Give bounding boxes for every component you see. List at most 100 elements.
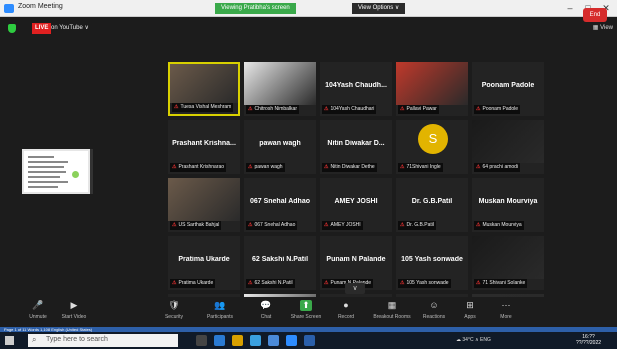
- gallery-page-down-button[interactable]: ∨: [345, 283, 365, 294]
- share-screen-label: Share Screen: [290, 314, 322, 320]
- muted-mic-icon: ⚠: [476, 222, 481, 228]
- start-video-button[interactable]: ▶ Start Video: [52, 300, 96, 326]
- participant-display-name: 104Yash Chaudh...: [325, 82, 387, 89]
- participant-tile[interactable]: Nitin Diwakar D... ⚠ Nitin Diwakar Dethe: [320, 120, 392, 174]
- zoom-taskbar-icon[interactable]: [286, 335, 297, 346]
- encryption-shield-icon[interactable]: [8, 24, 16, 33]
- unmute-icon: 🎤: [32, 300, 44, 310]
- participant-name-label: ⚠ pawan wagh: [246, 163, 285, 172]
- participant-tile[interactable]: Pratima Ukarde ⚠ Pratima Ukarde: [168, 236, 240, 290]
- participant-label-text: Tuesa Vishal Meshram: [180, 104, 232, 110]
- zoom-logo-icon: [4, 4, 14, 13]
- participant-tile[interactable]: Muskan Mourviya ⚠ Muskan Mourviya: [472, 178, 544, 232]
- participant-tile[interactable]: Dr. G.B.Patil ⚠ Dr. G.B.Patil: [396, 178, 468, 232]
- mail-icon[interactable]: [250, 335, 261, 346]
- participant-label-text: 71Shivani Ingle: [406, 164, 441, 170]
- search-placeholder: Type here to search: [46, 336, 108, 343]
- participant-tile[interactable]: Prashant Krishna... ⚠ Prashant Krishnarao: [168, 120, 240, 174]
- store-icon[interactable]: [268, 335, 279, 346]
- participant-tile[interactable]: AMEY JOSHI ⚠ AMEY JOSHI: [320, 178, 392, 232]
- participant-tile[interactable]: S ⚠ 71Shivani Ingle: [396, 120, 468, 174]
- breakout-rooms-button[interactable]: ▦ Breakout Rooms: [370, 300, 414, 326]
- participant-tile[interactable]: 62 Sakshi N.Patil ⚠ 62 Sakshi N.Patil: [244, 236, 316, 290]
- muted-mic-icon: ⚠: [172, 164, 177, 170]
- participant-name-label: ⚠ AMEY JOSHI: [322, 221, 363, 230]
- participant-name-label: ⚠ 71Shivani Ingle: [398, 163, 443, 172]
- participant-tile[interactable]: ⚠ Pallavi Pawar: [396, 62, 468, 116]
- participant-label-text: Prashant Krishnarao: [178, 164, 225, 170]
- view-options-button[interactable]: View Options ∨: [352, 3, 406, 14]
- participant-tile[interactable]: 067 Snehal Adhao ⚠ 067 Snehal Adhao: [244, 178, 316, 232]
- share-screen-button[interactable]: ⬆ Share Screen: [284, 300, 328, 326]
- live-stream-menu[interactable]: on YouTube ∨: [51, 24, 89, 31]
- muted-mic-icon: ⚠: [476, 164, 481, 170]
- minimize-button[interactable]: –: [563, 2, 577, 14]
- muted-mic-icon: ⚠: [400, 222, 405, 228]
- task-view-icon[interactable]: [196, 335, 207, 346]
- view-button[interactable]: ▦ View: [593, 24, 613, 31]
- participant-name-label: ⚠ Prashant Krishnarao: [170, 163, 227, 172]
- participant-name-label: ⚠ 62 Sakshi N.Patil: [246, 279, 295, 288]
- muted-mic-icon: ⚠: [400, 106, 405, 112]
- participant-tile[interactable]: ⚠ 71 Shivani Solanke: [472, 236, 544, 290]
- muted-mic-icon: ⚠: [248, 106, 253, 112]
- thumbnail-text-line: [28, 176, 60, 178]
- participant-tile[interactable]: 105 Yash sonwade ⚠ 105 Yash sonwade: [396, 236, 468, 290]
- word-taskbar-icon[interactable]: [304, 335, 315, 346]
- participant-tile[interactable]: Poonam Padole ⚠ Poonam Padole: [472, 62, 544, 116]
- thumbnail-text-line: [28, 186, 58, 188]
- participant-display-name: 62 Sakshi N.Patil: [251, 256, 309, 263]
- participant-tile[interactable]: ⚠ Tuesa Vishal Meshram: [168, 62, 240, 116]
- apps-icon: ⊞: [466, 300, 474, 310]
- muted-mic-icon: ⚠: [248, 222, 253, 228]
- participant-label-text: 62 Sakshi N.Patil: [254, 280, 293, 286]
- participant-display-name: Poonam Padole: [481, 82, 535, 89]
- participant-label-text: 067 Snehal Adhao: [254, 222, 296, 228]
- end-meeting-button[interactable]: End: [583, 8, 607, 22]
- live-badge: LIVE: [32, 23, 52, 34]
- file-explorer-icon[interactable]: [232, 335, 243, 346]
- record-icon: ●: [343, 300, 349, 310]
- chat-label: Chat: [260, 314, 272, 320]
- thumbnail-text-line: [28, 181, 68, 183]
- taskbar-search-box[interactable]: ⌕ Type here to search: [28, 334, 178, 347]
- thumbnail-drag-handle[interactable]: [90, 149, 93, 194]
- participants-button[interactable]: 👥 Participants: [198, 300, 242, 326]
- participant-tile[interactable]: ⚠ 64 prachi amodi: [472, 120, 544, 174]
- reactions-icon: ☺: [429, 300, 439, 310]
- security-button[interactable]: 🛡 Security: [152, 300, 196, 326]
- participant-display-name: Pratima Ukarde: [178, 256, 230, 263]
- participant-video: [396, 62, 468, 105]
- participants-label: Participants: [206, 314, 234, 320]
- zoom-meeting-window: Zoom Meeting Viewing Pratibha's screen V…: [0, 0, 617, 349]
- participant-label-text: Muskan Mourviya: [482, 222, 522, 228]
- participant-video: [472, 120, 544, 163]
- participant-name-label: ⚠ Dr. G.B.Patil: [398, 221, 436, 230]
- participant-name-label: ⚠ 71 Shivani Solanke: [474, 279, 528, 288]
- participant-tile[interactable]: ⚠ Chitrosh Nimbalkar: [244, 62, 316, 116]
- muted-mic-icon: ⚠: [248, 280, 253, 286]
- share-screen-icon: ⬆: [300, 300, 312, 311]
- breakout-rooms-label: Breakout Rooms: [373, 314, 411, 320]
- muted-mic-icon: ⚠: [400, 164, 405, 170]
- thumbnail-text-line: [28, 166, 64, 168]
- screen-share-banner: Viewing Pratibha's screen: [215, 3, 296, 14]
- taskbar-clock[interactable]: 16:?? ??/??/2022: [576, 334, 601, 346]
- participant-label-text: AMEY JOSHI: [330, 222, 361, 228]
- participant-display-name: Prashant Krishna...: [172, 140, 236, 147]
- participant-tile[interactable]: ⚠ US Sarthak Bahjal: [168, 178, 240, 232]
- participant-label-text: Dr. G.B.Patil: [406, 222, 434, 228]
- record-button[interactable]: ● Record: [324, 300, 368, 326]
- system-tray[interactable]: ☁ 34°C ∧ ENG: [456, 337, 491, 343]
- window-title: Zoom Meeting: [18, 3, 63, 10]
- windows-start-icon[interactable]: [5, 336, 14, 345]
- more-button[interactable]: ⋯ More: [484, 300, 528, 326]
- participant-tile[interactable]: pawan wagh ⚠ pawan wagh: [244, 120, 316, 174]
- edge-browser-icon[interactable]: [214, 335, 225, 346]
- participant-tile[interactable]: Punam N Palande⚠Punam N Palande: [320, 236, 392, 290]
- chat-button[interactable]: 💬 Chat: [244, 300, 288, 326]
- muted-mic-icon: ⚠: [172, 222, 177, 228]
- muted-mic-icon: ⚠: [248, 164, 253, 170]
- shared-screen-thumbnail[interactable]: [22, 149, 90, 194]
- participant-tile[interactable]: 104Yash Chaudh... ⚠ 104Yash Chaudhari: [320, 62, 392, 116]
